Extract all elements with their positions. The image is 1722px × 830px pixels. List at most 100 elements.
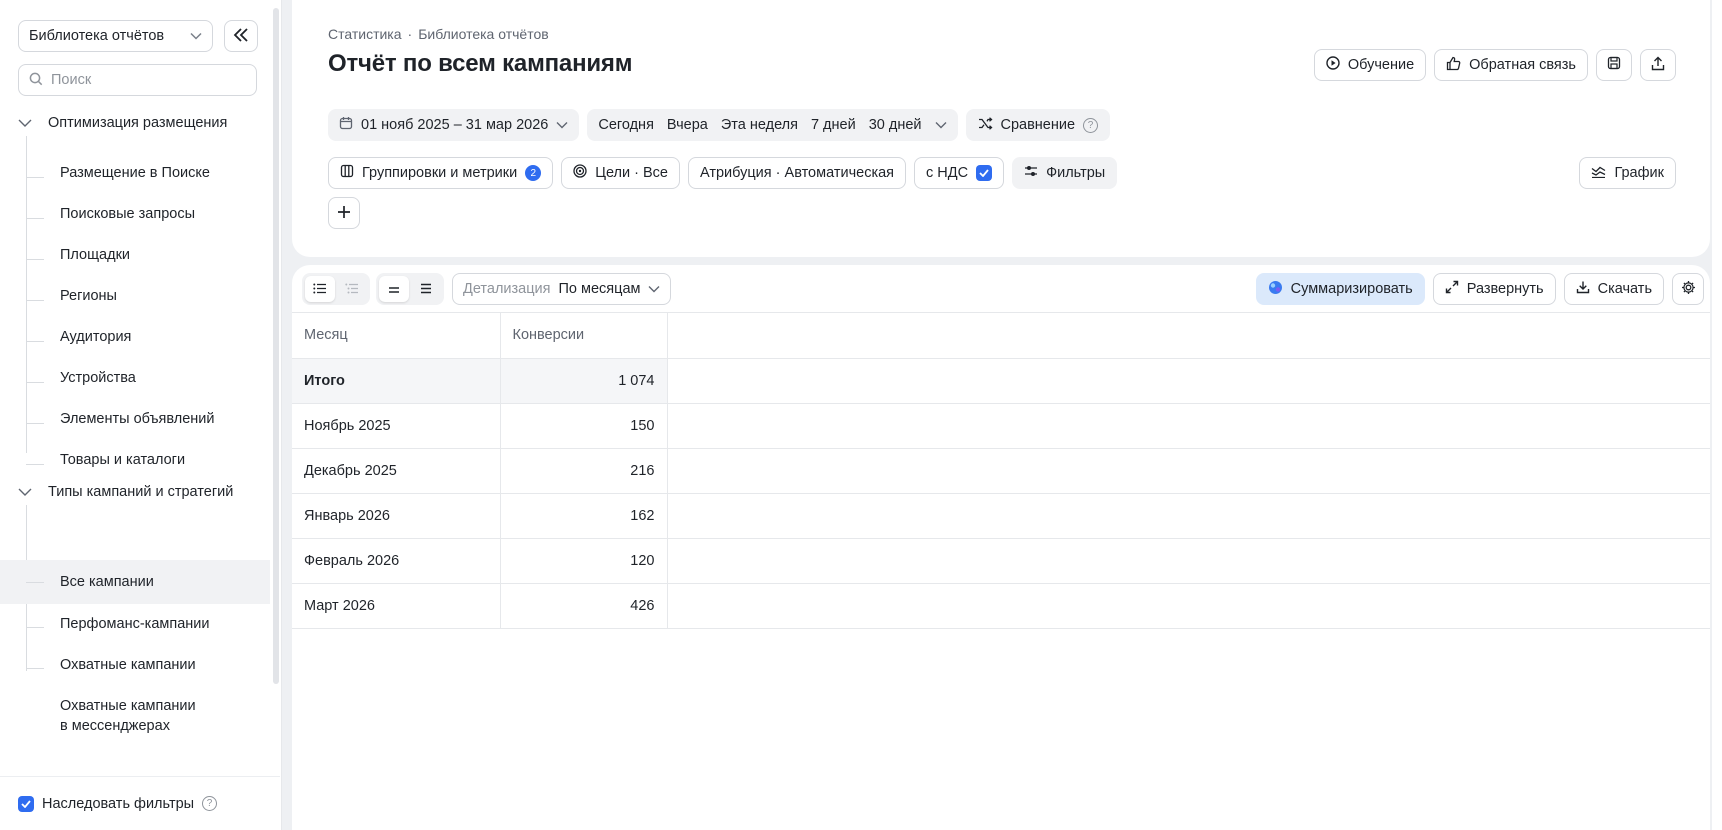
page-right-edge: [1712, 0, 1722, 830]
download-button[interactable]: Скачать: [1563, 273, 1664, 305]
date-controls: 01 нояб 2025 – 31 мар 2026 Сегодня Вчера…: [328, 109, 1111, 141]
tree-tick: [26, 582, 44, 583]
search-input[interactable]: [51, 72, 231, 88]
compact-density-toggle[interactable]: [379, 276, 409, 302]
month-cell: Март 2026: [292, 583, 501, 629]
table-actions: Суммаризировать Развернуть Скачать: [1255, 273, 1704, 305]
filters-button[interactable]: Фильтры: [1012, 157, 1118, 189]
groupings-metrics-label: Группировки и метрики: [362, 165, 518, 181]
library-select-label: Библиотека отчётов: [29, 28, 165, 44]
learn-button[interactable]: Обучение: [1313, 49, 1427, 81]
list-icon: [313, 281, 327, 297]
nav-item-reach-campaigns[interactable]: Охватные кампании: [0, 645, 270, 686]
view-mode-switch: [302, 273, 370, 305]
sliders-icon: [1024, 165, 1038, 181]
month-cell: Февраль 2026: [292, 538, 501, 584]
preset-today[interactable]: Сегодня: [598, 117, 654, 133]
nav-item-search-queries[interactable]: Поисковые запросы: [0, 194, 270, 235]
table-cell-empty: [667, 583, 1710, 629]
table-total-row: Итого 1 074: [292, 358, 1710, 404]
detail-value: По месяцам: [558, 281, 641, 297]
add-button[interactable]: [328, 197, 360, 229]
compare-label: Сравнение: [1000, 117, 1076, 133]
inherit-filters-checkbox[interactable]: [18, 795, 34, 812]
nav-item-products-catalogs[interactable]: Товары и каталоги: [0, 440, 270, 481]
total-label: Итого: [292, 358, 501, 404]
preset-yesterday[interactable]: Вчера: [667, 117, 708, 133]
chart-button[interactable]: График: [1579, 157, 1676, 189]
groupings-metrics-button[interactable]: Группировки и метрики 2: [328, 157, 554, 189]
table-settings-button[interactable]: [1672, 273, 1704, 305]
column-header-month[interactable]: Месяц: [292, 313, 501, 359]
upload-icon: [1651, 56, 1665, 75]
attribution-button[interactable]: Атрибуция · Автоматическая: [687, 157, 907, 189]
nav-item-ad-elements[interactable]: Элементы объявлений: [0, 399, 270, 440]
nav-item-performance-campaigns[interactable]: Перфоманс-кампании: [0, 604, 270, 645]
save-button[interactable]: [1596, 49, 1632, 81]
column-header-conversions[interactable]: Конверсии: [500, 313, 668, 359]
search-field[interactable]: [18, 64, 257, 96]
nav-item-messenger-reach-campaigns[interactable]: Охватные кампании в мессенджерах: [0, 686, 270, 746]
sidebar-scrollbar[interactable]: [273, 8, 279, 684]
group-campaign-types[interactable]: Типы кампаний и стратегий: [0, 477, 270, 507]
share-button[interactable]: [1640, 49, 1676, 81]
detail-select[interactable]: Детализация По месяцам: [452, 273, 672, 305]
preset-this-week[interactable]: Эта неделя: [721, 117, 798, 133]
double-chevron-left-icon: [233, 27, 249, 45]
report-nav: Оптимизация размещения Размещение в Поис…: [0, 108, 272, 774]
expand-label: Развернуть: [1466, 281, 1544, 297]
help-icon[interactable]: ?: [202, 796, 218, 811]
conversions-cell: 162: [500, 493, 668, 539]
report-table-card: Детализация По месяцам Суммаризировать Р…: [292, 265, 1710, 830]
preset-30-days[interactable]: 30 дней: [869, 117, 922, 133]
ai-sparkle-icon: [1268, 280, 1283, 299]
goals-button[interactable]: Цели · Все: [561, 157, 680, 189]
nav-item-search-placement[interactable]: Размещение в Поиске: [0, 153, 270, 194]
chevron-down-icon[interactable]: [935, 117, 947, 133]
density-switch: [376, 273, 444, 305]
vat-toggle[interactable]: с НДС: [914, 157, 1005, 189]
group-optimization[interactable]: Оптимизация размещения: [0, 108, 270, 138]
inherit-filters-row: Наследовать фильтры ?: [0, 776, 280, 830]
library-select[interactable]: Библиотека отчётов: [18, 20, 213, 52]
regular-density-toggle[interactable]: [411, 276, 441, 302]
table-cell-empty: [667, 493, 1710, 539]
equals-icon: [388, 281, 400, 297]
conversions-cell: 120: [500, 538, 668, 584]
summarize-button[interactable]: Суммаризировать: [1255, 273, 1425, 305]
chevron-down-icon: [648, 281, 660, 297]
expand-button[interactable]: Развернуть: [1432, 273, 1556, 305]
report-settings: Группировки и метрики 2 Цели · Все Атриб…: [328, 157, 1118, 189]
nav-item-audience[interactable]: Аудитория: [0, 317, 270, 358]
collapse-sidebar-button[interactable]: [224, 20, 258, 52]
table-cell-empty: [667, 538, 1710, 584]
nav-item-devices[interactable]: Устройства: [0, 358, 270, 399]
breadcrumb-library[interactable]: Библиотека отчётов: [418, 26, 548, 42]
compare-button[interactable]: Сравнение ?: [965, 109, 1111, 141]
preset-7-days[interactable]: 7 дней: [811, 117, 856, 133]
conversions-cell: 216: [500, 448, 668, 494]
page-title: Отчёт по всем кампаниям: [328, 50, 633, 77]
breadcrumb-statistics[interactable]: Статистика: [328, 26, 402, 42]
chart-icon: [1591, 165, 1606, 182]
tree-list-icon: [345, 281, 359, 297]
table-cell-empty: [667, 448, 1710, 494]
group-title: Типы кампаний и стратегий: [48, 484, 234, 500]
nav-item-regions[interactable]: Регионы: [0, 276, 270, 317]
feedback-button[interactable]: Обратная связь: [1434, 49, 1588, 81]
nav-item-placements[interactable]: Площадки: [0, 235, 270, 276]
date-range-picker[interactable]: 01 нояб 2025 – 31 мар 2026: [328, 109, 580, 141]
vat-checkbox[interactable]: [976, 165, 993, 181]
thumbs-up-icon: [1446, 56, 1461, 75]
tree-view-toggle[interactable]: [337, 276, 367, 302]
help-icon[interactable]: ?: [1083, 117, 1099, 133]
download-icon: [1576, 280, 1590, 298]
plus-icon: [337, 205, 351, 222]
gear-icon: [1681, 280, 1696, 299]
chevron-down-icon: [18, 485, 32, 501]
chevron-down-icon: [18, 116, 32, 132]
breadcrumb-separator: ·: [407, 26, 413, 42]
table-header-row: Месяц Конверсии: [292, 313, 1710, 359]
sidebar: Библиотека отчётов Оптимизация размещени…: [0, 0, 282, 830]
list-view-toggle[interactable]: [305, 276, 335, 302]
